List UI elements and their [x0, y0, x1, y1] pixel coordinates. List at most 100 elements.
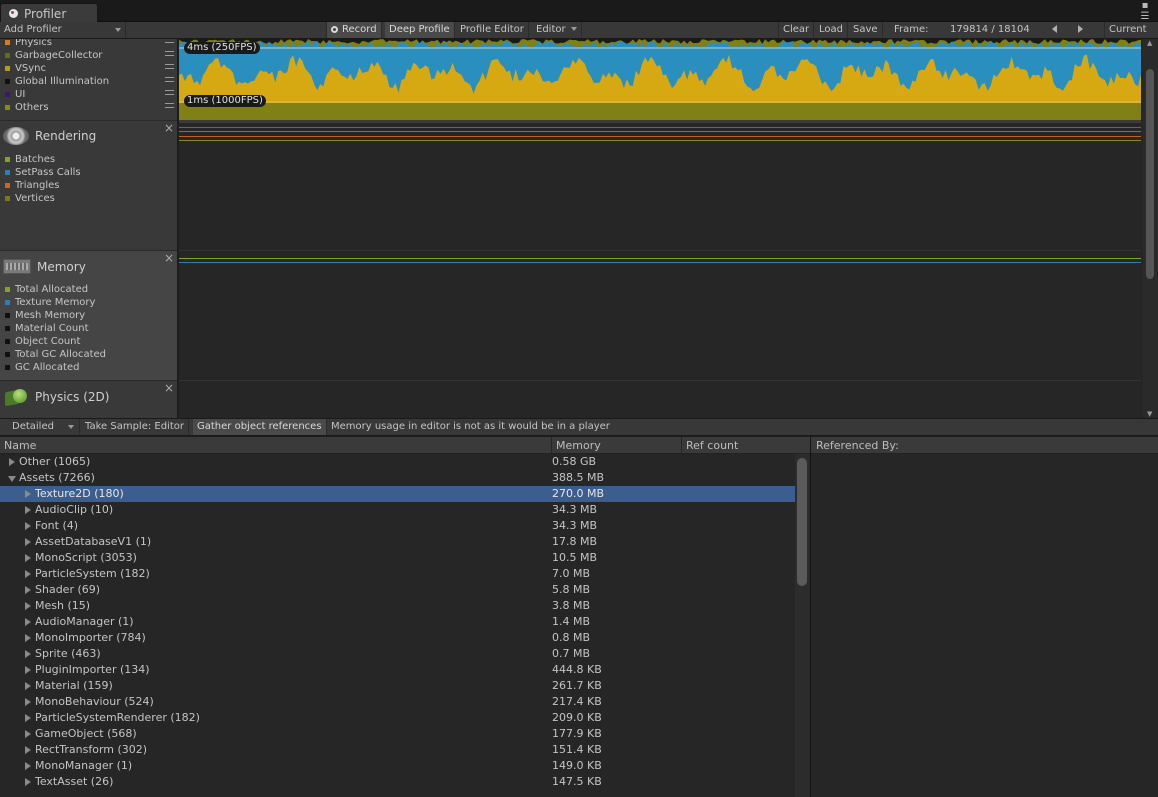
- table-row[interactable]: MonoScript (3053) 10.5 MB: [0, 550, 795, 566]
- expand-arrow-down-icon[interactable]: [8, 476, 16, 482]
- table-row[interactable]: Shader (69) 5.8 MB: [0, 582, 795, 598]
- clear-button[interactable]: Clear: [778, 22, 815, 38]
- physics2d-module[interactable]: Physics (2D) ×: [0, 381, 177, 418]
- memory-module[interactable]: Memory × Total Allocated Texture Memory …: [0, 251, 177, 381]
- legend-item-vertices[interactable]: Vertices: [5, 192, 55, 205]
- table-row[interactable]: RectTransform (302) 151.4 KB: [0, 742, 795, 758]
- drag-handle-icon[interactable]: [165, 77, 174, 82]
- legend-item-others[interactable]: Others: [5, 101, 49, 114]
- view-mode-dropdown[interactable]: Detailed: [0, 419, 80, 435]
- expand-arrow-right-icon[interactable]: [25, 490, 31, 498]
- legend-item-global-illumination[interactable]: Global Illumination: [5, 75, 109, 88]
- cpu-module[interactable]: Physics GarbageCollector VSync Global Il…: [0, 39, 177, 121]
- drag-handle-icon[interactable]: [165, 103, 174, 108]
- legend-item-total-gc-allocated[interactable]: Total GC Allocated: [5, 348, 106, 361]
- expand-arrow-right-icon[interactable]: [25, 698, 31, 706]
- expand-arrow-right-icon[interactable]: [25, 714, 31, 722]
- legend-item-texture-memory[interactable]: Texture Memory: [5, 296, 95, 309]
- expand-arrow-right-icon[interactable]: [25, 522, 31, 530]
- prev-frame-button[interactable]: [1048, 22, 1061, 38]
- legend-item-gc-allocated[interactable]: GC Allocated: [5, 361, 79, 374]
- table-scrollbar[interactable]: [795, 454, 810, 797]
- expand-arrow-right-icon[interactable]: [25, 506, 31, 514]
- column-header-refcount[interactable]: Ref count: [682, 437, 810, 454]
- legend-item-total-allocated[interactable]: Total Allocated: [5, 283, 88, 296]
- drag-handle-icon[interactable]: [165, 39, 174, 43]
- drag-handle-icon[interactable]: [165, 64, 174, 69]
- table-row[interactable]: Font (4) 34.3 MB: [0, 518, 795, 534]
- table-row[interactable]: Sprite (463) 0.7 MB: [0, 646, 795, 662]
- expand-arrow-right-icon[interactable]: [25, 554, 31, 562]
- rendering-module[interactable]: Rendering × Batches SetPass Calls Triang…: [0, 121, 177, 251]
- load-button[interactable]: Load: [815, 22, 848, 38]
- expand-arrow-right-icon[interactable]: [25, 666, 31, 674]
- cpu-usage-graph[interactable]: 4ms (250FPS) 1ms (1000FPS): [179, 39, 1141, 120]
- table-row[interactable]: AssetDatabaseV1 (1) 17.8 MB: [0, 534, 795, 550]
- next-frame-button[interactable]: [1074, 22, 1087, 38]
- profiler-toolbar: Add Profiler Record Deep Profile Profile…: [0, 22, 1158, 39]
- graphs-scrollbar[interactable]: ▲ ▼: [1143, 39, 1158, 418]
- column-header-memory[interactable]: Memory: [552, 437, 682, 454]
- close-icon[interactable]: ×: [164, 381, 174, 395]
- legend-item-vsync[interactable]: VSync: [5, 62, 46, 75]
- expand-arrow-right-icon[interactable]: [25, 650, 31, 658]
- drag-handle-icon[interactable]: [165, 90, 174, 95]
- window-menu-icon[interactable]: ▪ ☰: [1138, 0, 1152, 22]
- drag-handle-icon[interactable]: [165, 51, 174, 56]
- legend-item-garbagecollector[interactable]: GarbageCollector: [5, 49, 102, 62]
- expand-arrow-right-icon[interactable]: [25, 778, 31, 786]
- profile-editor-button[interactable]: Profile Editor: [456, 22, 529, 38]
- legend-item-material-count[interactable]: Material Count: [5, 322, 89, 335]
- table-row[interactable]: MonoBehaviour (524) 217.4 KB: [0, 694, 795, 710]
- record-button[interactable]: Record: [326, 22, 382, 38]
- column-header-name[interactable]: Name: [0, 437, 552, 454]
- table-row[interactable]: GameObject (568) 177.9 KB: [0, 726, 795, 742]
- legend-item-physics[interactable]: Physics: [5, 39, 52, 49]
- table-row[interactable]: MonoManager (1) 149.0 KB: [0, 758, 795, 774]
- expand-arrow-right-icon[interactable]: [25, 634, 31, 642]
- scrollbar-thumb[interactable]: [797, 458, 807, 586]
- table-row[interactable]: Mesh (15) 3.8 MB: [0, 598, 795, 614]
- table-row[interactable]: Other (1065) 0.58 GB: [0, 454, 795, 470]
- table-row[interactable]: Material (159) 261.7 KB: [0, 678, 795, 694]
- table-row[interactable]: Assets (7266) 388.5 MB: [0, 470, 795, 486]
- expand-arrow-right-icon[interactable]: [25, 586, 31, 594]
- add-profiler-dropdown[interactable]: Add Profiler: [0, 22, 126, 38]
- table-row[interactable]: ParticleSystemRenderer (182) 209.0 KB: [0, 710, 795, 726]
- expand-arrow-right-icon[interactable]: [25, 618, 31, 626]
- expand-arrow-right-icon[interactable]: [25, 570, 31, 578]
- editor-target-dropdown[interactable]: Editor: [532, 22, 582, 38]
- table-row[interactable]: TextAsset (26) 147.5 KB: [0, 774, 795, 790]
- current-frame-button[interactable]: Current: [1104, 22, 1151, 38]
- expand-arrow-right-icon[interactable]: [25, 682, 31, 690]
- profiler-tab[interactable]: Profiler: [0, 3, 98, 23]
- take-sample-button[interactable]: Take Sample: Editor: [81, 419, 189, 435]
- table-row[interactable]: ParticleSystem (182) 7.0 MB: [0, 566, 795, 582]
- expand-arrow-right-icon[interactable]: [25, 762, 31, 770]
- scroll-down-icon[interactable]: ▼: [1147, 410, 1152, 418]
- table-row[interactable]: Texture2D (180) 270.0 MB: [0, 486, 795, 502]
- expand-arrow-right-icon[interactable]: [25, 602, 31, 610]
- table-row[interactable]: AudioManager (1) 1.4 MB: [0, 614, 795, 630]
- scrollbar-thumb[interactable]: [1146, 69, 1154, 279]
- legend-item-mesh-memory[interactable]: Mesh Memory: [5, 309, 85, 322]
- expand-arrow-right-icon[interactable]: [25, 746, 31, 754]
- legend-item-setpass-calls[interactable]: SetPass Calls: [5, 166, 81, 179]
- expand-arrow-right-icon[interactable]: [25, 730, 31, 738]
- gather-object-references-toggle[interactable]: Gather object references: [193, 419, 327, 435]
- close-icon[interactable]: ×: [164, 251, 174, 265]
- legend-item-triangles[interactable]: Triangles: [5, 179, 59, 192]
- save-button[interactable]: Save: [849, 22, 883, 38]
- table-row[interactable]: PluginImporter (134) 444.8 KB: [0, 662, 795, 678]
- legend-item-object-count[interactable]: Object Count: [5, 335, 80, 348]
- legend-item-ui[interactable]: UI: [5, 88, 25, 101]
- expand-arrow-right-icon[interactable]: [9, 458, 15, 466]
- deep-profile-button[interactable]: Deep Profile: [385, 22, 455, 38]
- profiler-graphs[interactable]: 4ms (250FPS) 1ms (1000FPS): [179, 39, 1143, 418]
- table-row[interactable]: AudioClip (10) 34.3 MB: [0, 502, 795, 518]
- close-icon[interactable]: ×: [164, 121, 174, 135]
- scroll-up-icon[interactable]: ▲: [1147, 39, 1152, 47]
- table-row[interactable]: MonoImporter (784) 0.8 MB: [0, 630, 795, 646]
- expand-arrow-right-icon[interactable]: [25, 538, 31, 546]
- legend-item-batches[interactable]: Batches: [5, 153, 55, 166]
